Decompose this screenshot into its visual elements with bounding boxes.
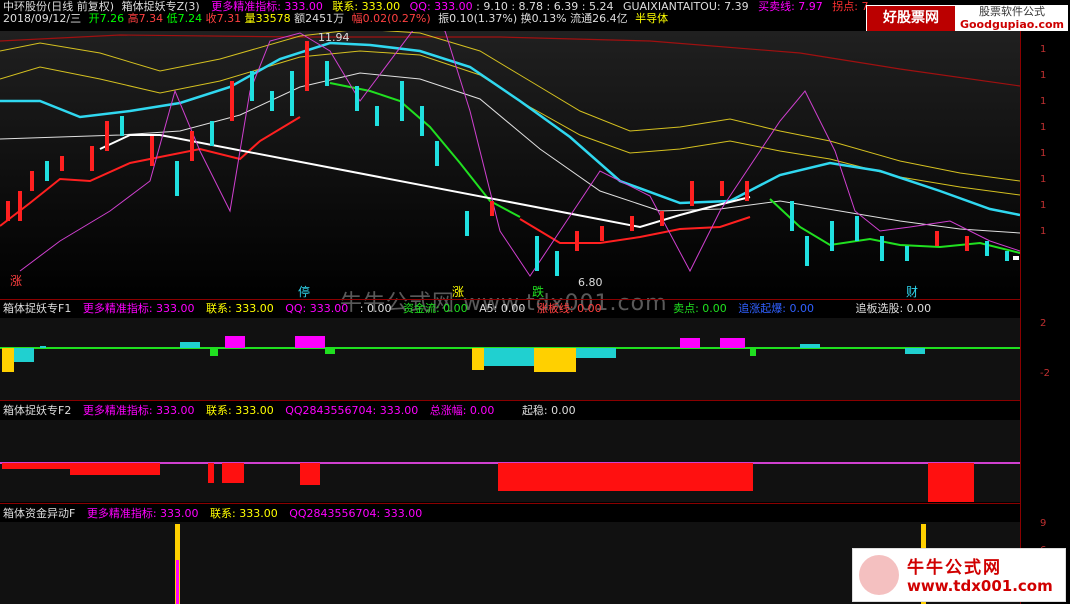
panel3-title[interactable]: 箱体资金异动F bbox=[3, 507, 75, 520]
buysell-value: 买卖线: 7.97 bbox=[758, 0, 823, 13]
axis-tick: 1 bbox=[1040, 70, 1047, 81]
sector-label: 半导体 bbox=[635, 12, 669, 25]
amplitude-label: 振0.10(1.37%) bbox=[438, 12, 518, 25]
panel2-stabilize: 起稳: 0.00 bbox=[521, 404, 576, 417]
axis-tick: 1 bbox=[1040, 200, 1047, 211]
panel2-contact: 联系: 333.00 bbox=[206, 404, 274, 417]
panel2-total-gain: 总涨幅: 0.00 bbox=[429, 404, 495, 417]
panel2-more: 更多精准指标: 333.00 bbox=[82, 404, 195, 417]
volume-label: 量33578 bbox=[244, 12, 291, 25]
main-price-chart[interactable]: 11.94 6.80 bbox=[0, 31, 1020, 299]
axis-line bbox=[1020, 31, 1021, 604]
panel1-chart[interactable] bbox=[0, 318, 1020, 400]
panel1-sell-point: 卖点: 0.00 bbox=[673, 302, 727, 315]
axis-tick: 1 bbox=[1040, 174, 1047, 185]
axis-tick: 2 bbox=[1040, 318, 1047, 329]
change-label: 幅0.02(0.27%) bbox=[351, 12, 431, 25]
axis-tick: 1 bbox=[1040, 122, 1047, 133]
divider-2 bbox=[0, 400, 1020, 401]
axis-tick: -2 bbox=[1040, 368, 1050, 379]
panel1-header: 箱体捉妖专F1 更多精准指标: 333.00 联系: 333.00 QQ: 33… bbox=[3, 302, 939, 315]
cow-icon bbox=[859, 555, 899, 595]
tdx001-badge[interactable]: 牛牛公式网 www.tdx001.com bbox=[852, 548, 1066, 602]
panel1-limit-line: 涨板线: 0.00 bbox=[536, 302, 602, 315]
panel1-a5: A5: 0.00 bbox=[479, 302, 526, 315]
panel1-contact: 联系: 333.00 bbox=[206, 302, 274, 315]
amount-label: 额2451万 bbox=[294, 12, 345, 25]
badge-title: 牛牛公式网 bbox=[907, 558, 1002, 578]
panel3-header: 箱体资金异动F 更多精准指标: 333.00 联系: 333.00 QQ2843… bbox=[3, 507, 430, 520]
header-line-2: 2018/09/12/三 开7.26 高7.34 低7.24 收7.31 量33… bbox=[3, 12, 668, 25]
panel1-value-a: : 0.00 bbox=[359, 302, 392, 315]
panel1-chase-select: 追板选股: 0.00 bbox=[855, 302, 932, 315]
logo-subtitle: 股票软件公式 bbox=[979, 5, 1045, 18]
divider-1 bbox=[0, 299, 1020, 300]
goodgupiao-logo[interactable]: 好股票网 bbox=[866, 5, 956, 33]
panel2-header: 箱体捉妖专F2 更多精准指标: 333.00 联系: 333.00 QQ2843… bbox=[3, 404, 584, 417]
turnover-label: 换0.13% bbox=[520, 12, 567, 25]
badge-url: www.tdx001.com bbox=[907, 577, 1053, 595]
axis-tick: 9 bbox=[1040, 518, 1047, 529]
panel2-title[interactable]: 箱体捉妖专F2 bbox=[3, 404, 71, 417]
panel1-title[interactable]: 箱体捉妖专F1 bbox=[3, 302, 71, 315]
panel3-more: 更多精准指标: 333.00 bbox=[86, 507, 199, 520]
panel2-qq: QQ2843556704: 333.00 bbox=[285, 404, 419, 417]
logo-brand: 好股票网 bbox=[883, 10, 939, 26]
high-label: 高7.34 bbox=[127, 12, 164, 25]
high-price-label: 11.94 bbox=[318, 31, 350, 44]
divider-3 bbox=[0, 503, 1020, 504]
low-label: 低7.24 bbox=[166, 12, 203, 25]
goodgupiao-logo-text[interactable]: 股票软件公式 Goodgupiao.com bbox=[956, 5, 1068, 31]
panel3-qq: QQ2843556704: 333.00 bbox=[289, 507, 423, 520]
panel1-chase-burst: 追涨起爆: 0.00 bbox=[738, 302, 814, 315]
panel1-fund-flow: 资金流: 0.00 bbox=[402, 302, 468, 315]
marker-wealth: 财 bbox=[906, 285, 919, 299]
float-label: 流通26.4亿 bbox=[570, 12, 628, 25]
panel3-contact: 联系: 333.00 bbox=[210, 507, 278, 520]
axis-tick: 1 bbox=[1040, 148, 1047, 159]
panel1-qq: QQ: 333.00 bbox=[285, 302, 349, 315]
close-label: 收7.31 bbox=[205, 12, 242, 25]
panel1-more: 更多精准指标: 333.00 bbox=[82, 302, 195, 315]
logo-domain: Goodgupiao.com bbox=[959, 18, 1065, 31]
open-label: 开7.26 bbox=[88, 12, 125, 25]
axis-tick: 1 bbox=[1040, 226, 1047, 237]
marker-limit-up-1: 涨 bbox=[10, 274, 23, 288]
date-label: 2018/09/12/三 bbox=[3, 12, 82, 25]
axis-tick: 1 bbox=[1040, 44, 1047, 55]
marker-stop: 停 bbox=[298, 285, 311, 299]
axis-tick: 1 bbox=[1040, 96, 1047, 107]
panel2-chart[interactable] bbox=[0, 420, 1020, 502]
